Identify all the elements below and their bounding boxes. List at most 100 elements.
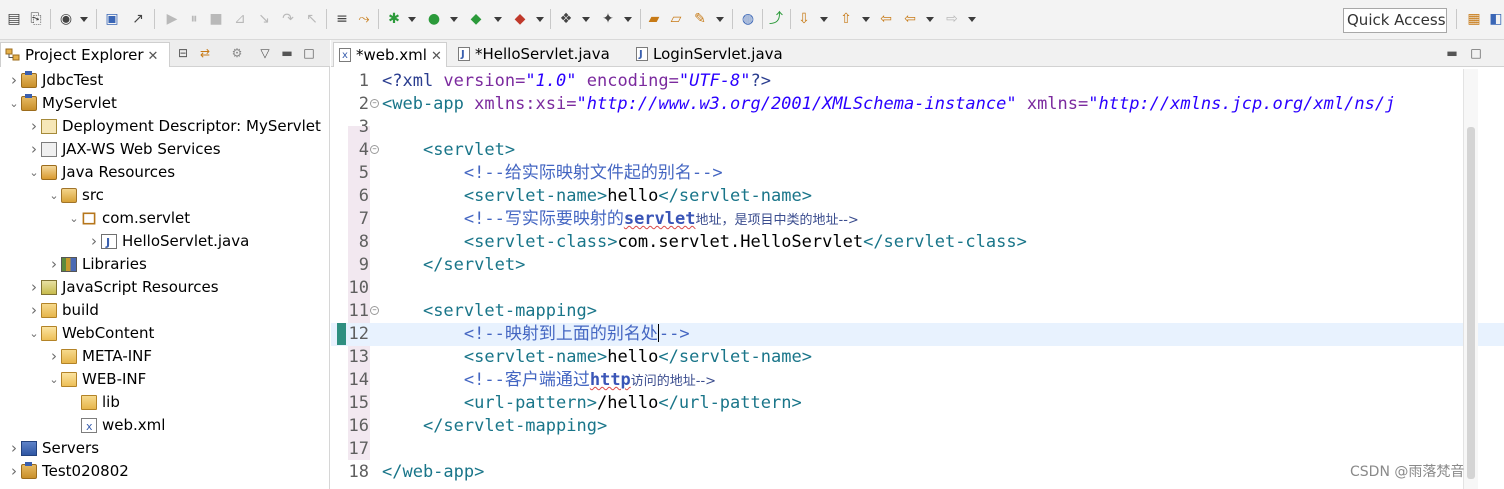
- tab-login-servlet[interactable]: LoginServlet.java: [631, 42, 791, 67]
- tree-item[interactable]: ⌄ src: [0, 184, 328, 207]
- chevron-down-icon[interactable]: [820, 17, 828, 22]
- code-line[interactable]: 6 <servlet-name>hello</servlet-name>: [331, 185, 1504, 208]
- code-line[interactable]: 16 </servlet-mapping>: [331, 415, 1504, 438]
- resume-icon[interactable]: ▶: [164, 11, 180, 27]
- annotation-icon[interactable]: ⤴: [768, 11, 784, 27]
- code-editor[interactable]: 1 <?xml version="1.0" encoding="UTF-8"?> 2…: [331, 69, 1504, 489]
- breakpoint-icon[interactable]: ↗: [130, 11, 146, 27]
- code-line[interactable]: 3: [331, 116, 1504, 139]
- tab-hello-servlet[interactable]: *HelloServlet.java: [453, 42, 613, 67]
- next-annotation-icon[interactable]: ⇩: [796, 11, 812, 27]
- tree-item[interactable]: › Libraries: [0, 253, 328, 276]
- collapsed-twistie-icon[interactable]: ›: [9, 69, 19, 92]
- disconnect-icon[interactable]: ⊿: [232, 11, 248, 27]
- code-line[interactable]: 11− <servlet-mapping>: [331, 300, 1504, 323]
- step-over-icon[interactable]: ↷: [280, 11, 296, 27]
- suspend-icon[interactable]: ⏸: [186, 11, 202, 27]
- step-return-icon[interactable]: ↖: [304, 11, 320, 27]
- back-icon[interactable]: ⇦: [902, 11, 918, 27]
- code-line[interactable]: 14 <!--客户端通过http访问的地址-->: [331, 369, 1504, 392]
- chevron-down-icon[interactable]: [494, 17, 502, 22]
- maximize-icon[interactable]: □: [1469, 46, 1483, 60]
- open-icon[interactable]: ⎘: [28, 11, 44, 27]
- tree-item[interactable]: › Deployment Descriptor: MyServlet: [0, 115, 328, 138]
- tree-item[interactable]: ⌄ WEB-INF: [0, 368, 328, 391]
- fold-icon[interactable]: −: [370, 306, 379, 315]
- debug-icon[interactable]: ✱: [386, 11, 402, 27]
- code-line[interactable]: 2− <web-app xmlns:xsi="http://www.w3.org/…: [331, 93, 1504, 116]
- collapsed-twistie-icon[interactable]: ›: [29, 115, 39, 138]
- tab-project-explorer[interactable]: Project Explorer ✕: [0, 42, 170, 67]
- maximize-icon[interactable]: □: [302, 46, 316, 60]
- chevron-down-icon[interactable]: [536, 17, 544, 22]
- expanded-twistie-icon[interactable]: ⌄: [9, 92, 19, 115]
- code-line[interactable]: 10: [331, 277, 1504, 300]
- code-line[interactable]: 17: [331, 438, 1504, 461]
- prev-annotation-icon[interactable]: ⇧: [838, 11, 854, 27]
- step-into-icon[interactable]: ↘: [256, 11, 272, 27]
- code-line[interactable]: 8 <servlet-class>com.servlet.HelloServle…: [331, 231, 1504, 254]
- expanded-twistie-icon[interactable]: ⌄: [29, 161, 39, 184]
- new-wizard-icon[interactable]: ✦: [600, 11, 616, 27]
- perspective-icon[interactable]: ▦: [1466, 11, 1482, 27]
- search-icon[interactable]: ✎: [692, 11, 708, 27]
- vertical-scrollbar[interactable]: [1463, 69, 1478, 489]
- chevron-down-icon[interactable]: [80, 17, 88, 22]
- code-line[interactable]: 4− <servlet>: [331, 139, 1504, 162]
- close-icon[interactable]: ✕: [148, 45, 159, 69]
- open-task-icon[interactable]: ▱: [668, 11, 684, 27]
- chevron-down-icon[interactable]: [408, 17, 416, 22]
- chevron-down-icon[interactable]: [582, 17, 590, 22]
- collapsed-twistie-icon[interactable]: ›: [9, 460, 19, 483]
- fold-icon[interactable]: −: [370, 145, 379, 154]
- collapsed-twistie-icon[interactable]: ›: [49, 345, 59, 368]
- new-server-icon[interactable]: ❖: [558, 11, 574, 27]
- collapsed-twistie-icon[interactable]: ›: [29, 138, 39, 161]
- open-type-icon[interactable]: ▰: [646, 11, 662, 27]
- expanded-twistie-icon[interactable]: ⌄: [49, 184, 59, 207]
- chevron-down-icon[interactable]: [968, 17, 976, 22]
- toggle-mark-icon[interactable]: ⤳: [356, 11, 372, 27]
- code-line[interactable]: 7 <!--写实际要映射的servlet地址，是项目中类的地址-->: [331, 208, 1504, 231]
- tree-item[interactable]: › JAX-WS Web Services: [0, 138, 328, 161]
- terminate-icon[interactable]: ■: [208, 11, 224, 27]
- collapsed-twistie-icon[interactable]: ›: [29, 299, 39, 322]
- globe-icon[interactable]: ◍: [740, 11, 756, 27]
- chevron-down-icon[interactable]: [862, 17, 870, 22]
- collapsed-twistie-icon[interactable]: ›: [89, 230, 99, 253]
- tree-item[interactable]: › JavaScript Resources: [0, 276, 328, 299]
- tree-item[interactable]: ⌄ com.servlet: [0, 207, 328, 230]
- code-line[interactable]: 15 <url-pattern>/hello</url-pattern>: [331, 392, 1504, 415]
- minimize-icon[interactable]: ▬: [280, 46, 294, 60]
- external-tools-icon[interactable]: ◆: [512, 11, 528, 27]
- run-icon[interactable]: ●: [426, 11, 442, 27]
- chevron-down-icon[interactable]: [716, 17, 724, 22]
- tree-item[interactable]: › META-INF: [0, 345, 328, 368]
- chevron-down-icon[interactable]: [926, 17, 934, 22]
- tree-item[interactable]: › JdbcTest: [0, 69, 328, 92]
- code-line[interactable]: 1 <?xml version="1.0" encoding="UTF-8"?>: [331, 70, 1504, 93]
- chevron-down-icon[interactable]: [450, 17, 458, 22]
- tree-item[interactable]: ⌄ WebContent: [0, 322, 328, 345]
- new-icon[interactable]: ▤: [6, 11, 22, 27]
- tree-item[interactable]: lib: [0, 391, 328, 414]
- fold-icon[interactable]: −: [370, 99, 379, 108]
- link-with-editor-icon[interactable]: ⇄: [198, 46, 212, 60]
- tab-web-xml[interactable]: *web.xml✕: [333, 42, 447, 68]
- collapse-all-icon[interactable]: ⊟: [176, 46, 190, 60]
- collapsed-twistie-icon[interactable]: ›: [49, 253, 59, 276]
- tree-item[interactable]: › HelloServlet.java: [0, 230, 328, 254]
- run-config-icon[interactable]: ◉: [58, 11, 74, 27]
- tree-item[interactable]: › build: [0, 299, 328, 322]
- expanded-twistie-icon[interactable]: ⌄: [69, 207, 79, 230]
- coverage-icon[interactable]: ◆: [468, 11, 484, 27]
- quick-access-input[interactable]: Quick Access: [1343, 8, 1447, 33]
- filter-icon[interactable]: ⚙: [230, 46, 244, 60]
- collapsed-twistie-icon[interactable]: ›: [29, 276, 39, 299]
- scrollbar-thumb[interactable]: [1467, 127, 1475, 479]
- minimize-icon[interactable]: ▬: [1445, 46, 1459, 60]
- code-line[interactable]: 12 <!--映射到上面的别名处-->: [331, 323, 1504, 346]
- tree-item[interactable]: › Servers: [0, 437, 328, 460]
- code-line[interactable]: 5 <!--给实际映射文件起的别名-->: [331, 162, 1504, 185]
- view-menu-icon[interactable]: ▽: [258, 46, 272, 60]
